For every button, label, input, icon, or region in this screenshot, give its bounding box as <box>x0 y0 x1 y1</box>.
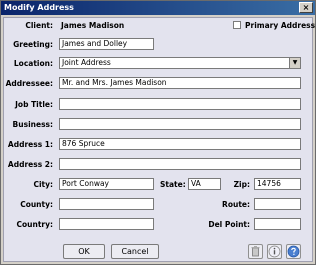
info-icon <box>268 245 281 258</box>
address2-input[interactable] <box>59 158 301 170</box>
county-label: County: <box>20 200 53 209</box>
state-input[interactable]: VA <box>188 178 221 190</box>
location-value: Joint Address <box>62 58 111 67</box>
city-input[interactable]: Port Conway <box>59 178 154 190</box>
country-label: Country: <box>16 220 53 229</box>
addressee-label: Addressee: <box>5 79 53 88</box>
route-input[interactable] <box>254 198 301 210</box>
client-value: James Madison <box>61 21 125 30</box>
form-panel: Client: James Madison Primary Address Gr… <box>3 17 316 262</box>
window-title: Modify Address <box>4 3 74 12</box>
zip-label: Zip: <box>233 180 250 189</box>
primary-address-checkbox[interactable] <box>233 21 241 29</box>
help-icon <box>287 245 300 258</box>
job-title-input[interactable] <box>59 98 301 110</box>
del-point-label: Del Point: <box>208 220 250 229</box>
del-point-input[interactable] <box>254 218 301 230</box>
help-button[interactable] <box>286 244 301 259</box>
country-input[interactable] <box>59 218 154 230</box>
modify-address-dialog: Modify Address × Client: James Madison P… <box>0 0 316 265</box>
address1-label: Address 1: <box>7 140 53 149</box>
city-label: City: <box>33 180 53 189</box>
greeting-input[interactable]: James and Dolley <box>59 38 154 50</box>
chevron-down-icon[interactable]: ▼ <box>289 58 300 68</box>
delete-button[interactable] <box>248 244 263 259</box>
zip-input[interactable]: 14756 <box>254 178 301 190</box>
addressee-input[interactable]: Mr. and Mrs. James Madison <box>59 77 301 89</box>
client-label: Client: <box>25 21 53 30</box>
address2-label: Address 2: <box>7 160 53 169</box>
job-title-label: Job Title: <box>15 100 53 109</box>
county-input[interactable] <box>59 198 154 210</box>
route-label: Route: <box>222 200 250 209</box>
title-bar[interactable]: Modify Address × <box>1 1 315 15</box>
cancel-button[interactable]: Cancel <box>111 244 159 259</box>
location-label: Location: <box>13 59 53 68</box>
address1-input[interactable]: 876 Spruce <box>59 138 301 150</box>
location-select[interactable]: Joint Address ▼ <box>59 57 301 69</box>
greeting-label: Greeting: <box>13 40 53 49</box>
ok-button[interactable]: OK <box>63 244 105 259</box>
state-label: State: <box>160 180 186 189</box>
close-button[interactable]: × <box>299 2 313 13</box>
business-label: Business: <box>12 120 53 129</box>
primary-address-label: Primary Address <box>245 21 316 30</box>
trash-icon <box>251 246 260 257</box>
info-button[interactable] <box>267 244 282 259</box>
business-input[interactable] <box>59 118 301 130</box>
